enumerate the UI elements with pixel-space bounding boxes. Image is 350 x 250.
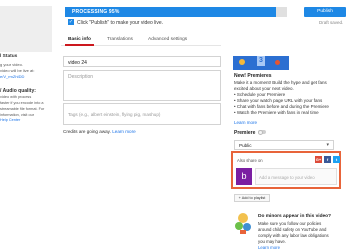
twitter-icon[interactable]: t (333, 156, 340, 163)
minors-title: Do minors appear in this video? (258, 214, 332, 219)
google-plus-icon[interactable]: G+ (315, 156, 322, 163)
minors-line: around child safety on YouTube and (258, 227, 327, 232)
publish-button[interactable]: Publish (304, 7, 346, 17)
promo-decoration (275, 60, 280, 65)
premieres-title: New! Premieres (234, 73, 272, 79)
premieres-line: Make it a moment! Build the hype and get… (234, 80, 327, 85)
video-url-link[interactable]: e/V_rmZhIDD (0, 74, 24, 79)
premieres-learn-more-link[interactable]: Learn more (234, 120, 257, 125)
left-panel: l Status g your video. video will be liv… (0, 0, 58, 250)
minors-line: comply with any labor law obligations (258, 233, 329, 238)
minors-line: Make sure you follow our policies (258, 221, 322, 226)
upload-status-line: g your video. (0, 62, 23, 67)
progress-label: PROCESSING 95% (72, 9, 120, 15)
share-message-input[interactable]: Add a message to your video (255, 168, 337, 185)
minors-line: you may have. (258, 239, 286, 244)
quality-title: / Audio quality: (0, 88, 36, 94)
draft-status: Draft saved. (319, 19, 344, 25)
quality-line: information, visit our (0, 113, 34, 117)
title-value: video 24 (68, 59, 87, 66)
share-panel: Also share on G+ f t b Add a message to … (231, 151, 341, 189)
tab-bar: Basic info Translations Advanced setting… (61, 32, 221, 46)
credits-notice: Credits are going away. Learn more (63, 129, 136, 134)
video-thumbnail (0, 6, 52, 52)
premieres-line: • Chat with fans before and during the P… (234, 104, 329, 109)
minors-learn-more-link[interactable]: Learn more (258, 245, 280, 250)
premieres-line: • Share your watch page URL with your fa… (234, 98, 323, 103)
tab-basic-info[interactable]: Basic info (68, 37, 91, 42)
chevron-down-icon: ▾ (326, 142, 329, 148)
upload-status-line: video will be live at: (0, 68, 35, 73)
active-tab-indicator (65, 44, 94, 46)
description-textarea[interactable]: Description (63, 70, 221, 101)
check-icon: ✓ (68, 19, 74, 25)
toggle-knob (258, 129, 263, 135)
premieres-line: excited about your next video. (234, 86, 294, 91)
tab-advanced-settings[interactable]: Advanced settings (148, 37, 187, 42)
tags-placeholder: Tags (e.g., albert einstein, flying pig,… (68, 112, 161, 117)
privacy-value: Public (239, 142, 252, 148)
tags-input[interactable]: Tags (e.g., albert einstein, flying pig,… (63, 103, 221, 125)
share-label: Also share on (237, 158, 263, 163)
premieres-line: • Schedule your Premiere (234, 92, 286, 97)
quality-line: video with process (0, 95, 32, 99)
premieres-promo-image: 3 (233, 56, 289, 70)
privacy-select[interactable]: Public ▾ (234, 140, 334, 150)
facebook-icon[interactable]: f (324, 156, 331, 163)
premieres-line: • Watch the Premiere with fans in real t… (234, 110, 319, 115)
tab-translations[interactable]: Translations (107, 37, 133, 42)
upload-status-title: l Status (0, 54, 18, 59)
description-placeholder: Description (68, 74, 94, 80)
processing-progress-bar: PROCESSING 95% (65, 7, 287, 17)
publish-hint: Click "Publish" to make your video live. (77, 19, 164, 26)
promo-decoration (239, 59, 245, 65)
credits-text: Credits are going away. (63, 129, 111, 134)
premiere-toggle[interactable] (258, 129, 266, 135)
quality-line: streamable file format. For (0, 107, 45, 111)
minors-illustration-icon (235, 213, 251, 234)
quality-line: faster if you encode into a (0, 101, 44, 105)
upload-topbar: PROCESSING 95% Publish ✓ Click "Publish"… (61, 0, 350, 32)
title-input[interactable]: video 24 (63, 56, 221, 67)
share-message-placeholder: Add a message to your video (259, 175, 315, 180)
avatar: b (236, 168, 252, 185)
credits-learn-more-link[interactable]: Learn more (112, 129, 136, 134)
premiere-label: Premiere (234, 130, 256, 136)
promo-number: 3 (257, 56, 265, 66)
add-to-playlist-button[interactable]: + Add to playlist (234, 194, 270, 202)
help-center-link[interactable]: Help Center (0, 118, 20, 122)
